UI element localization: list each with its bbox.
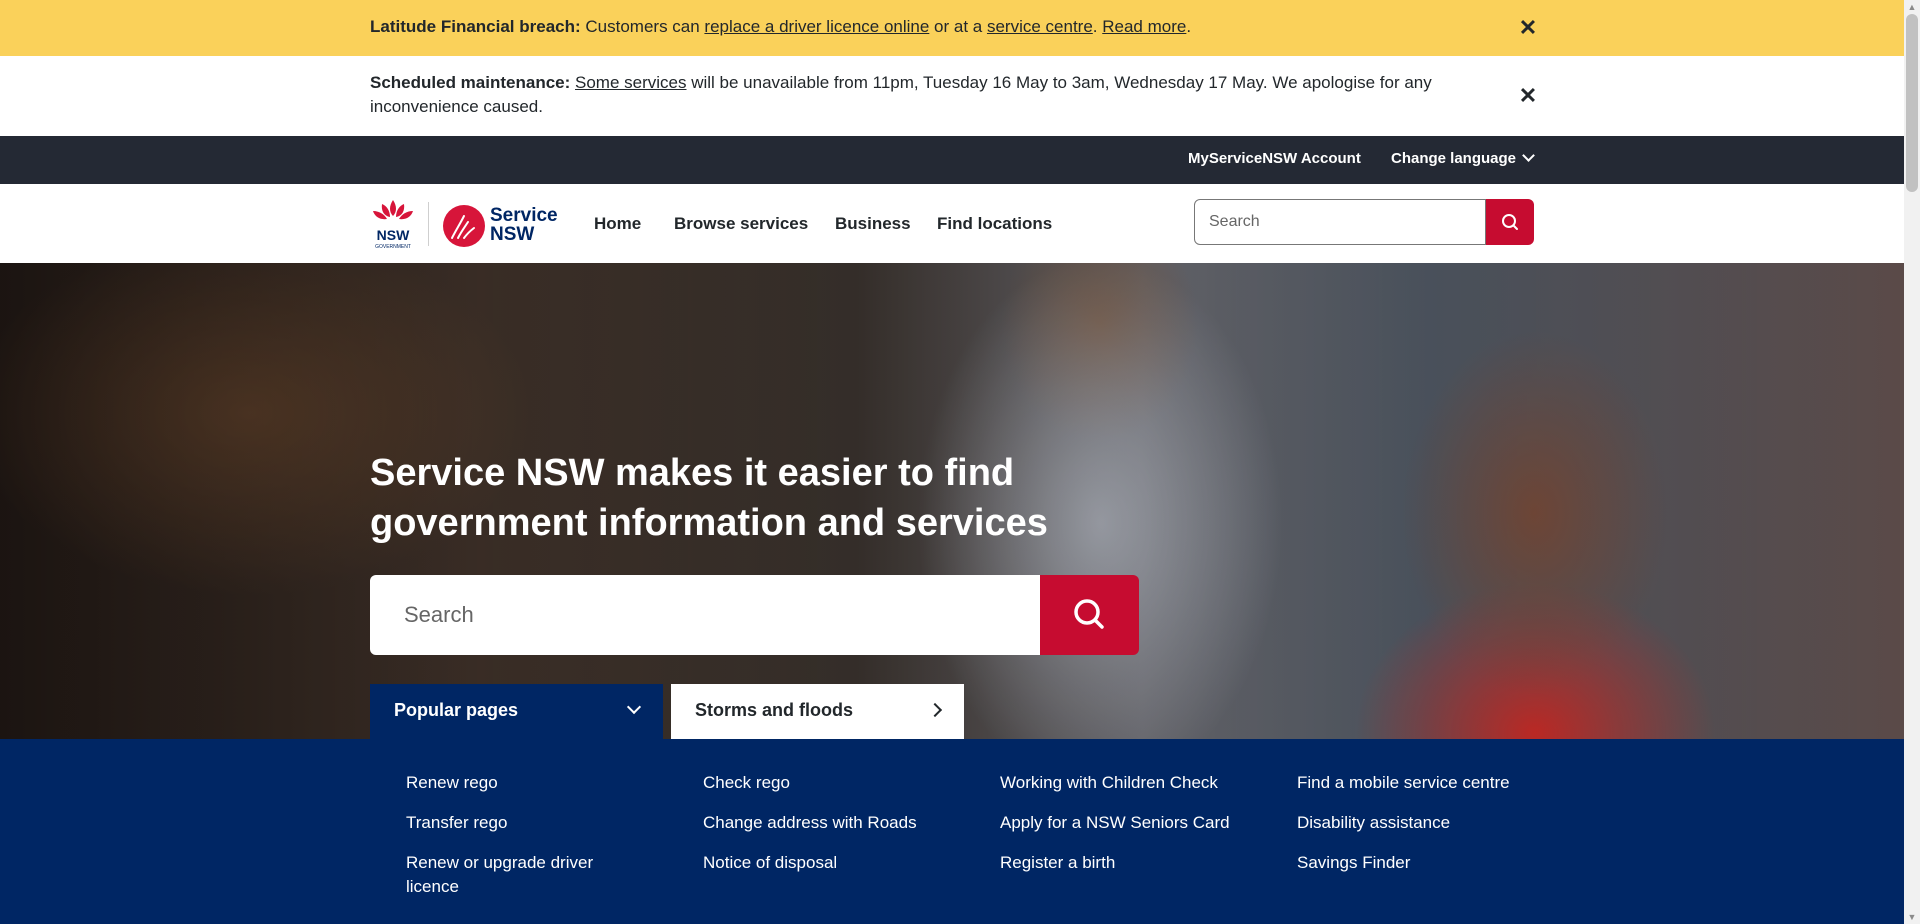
read-more-link[interactable]: Read more [1102,17,1186,36]
alert-maintenance-title: Scheduled maintenance: [370,73,571,92]
alert-latitude-breach: Latitude Financial breach: Customers can… [0,0,1904,56]
popular-column-3: Working with Children Check Apply for a … [1000,771,1230,891]
tab-popular-pages[interactable]: Popular pages [370,684,663,739]
hero-title: Service NSW makes it easier to find gove… [370,452,1048,544]
popular-column-2: Check rego Change address with Roads Not… [703,771,933,891]
replace-licence-link[interactable]: replace a driver licence online [704,17,929,36]
link-mobile-service-centre[interactable]: Find a mobile service centre [1297,771,1527,795]
link-transfer-rego[interactable]: Transfer rego [406,811,636,835]
logo-divider [428,202,429,246]
change-language-label: Change language [1391,150,1517,167]
link-change-address[interactable]: Change address with Roads [703,811,933,835]
link-notice-of-disposal[interactable]: Notice of disposal [703,851,933,875]
service-nsw-logo-icon[interactable] [442,204,486,248]
tab-popular-label: Popular pages [394,700,519,720]
alert-breach-pre: Customers can [580,17,705,36]
nsw-government-logo[interactable]: NSW GOVERNMENT [370,198,416,250]
scroll-down-arrow-icon[interactable]: ▼ [1904,910,1920,924]
hero-search-button[interactable] [1040,575,1139,655]
link-working-with-children[interactable]: Working with Children Check [1000,771,1230,795]
alert-maintenance: Scheduled maintenance: Some services wil… [0,56,1904,136]
alert-breach-text: Latitude Financial breach: Customers can… [370,15,1470,39]
scroll-up-arrow-icon[interactable]: ▲ [1904,0,1920,14]
popular-column-4: Find a mobile service centre Disability … [1297,771,1527,891]
tab-storms-label: Storms and floods [695,700,854,720]
hero-section: Service NSW makes it easier to find gove… [0,263,1904,739]
alert-breach-sep: . [1092,17,1103,36]
link-savings-finder[interactable]: Savings Finder [1297,851,1527,875]
popular-column-1: Renew rego Transfer rego Renew or upgrad… [406,771,636,915]
link-check-rego[interactable]: Check rego [703,771,933,795]
nav-business[interactable]: Business [835,214,911,234]
site-header: NSW GOVERNMENT Service NSW Home Browse se… [0,184,1904,264]
popular-pages-panel: Renew rego Transfer rego Renew or upgrad… [0,739,1904,924]
logo-service-word: Service [490,205,558,226]
alert-breach-end: . [1186,17,1192,36]
nav-browse-services[interactable]: Browse services [674,214,808,234]
chevron-right-icon [927,702,943,718]
chevron-down-icon [1522,149,1535,162]
service-nsw-logo-text[interactable]: Service NSW [490,206,558,244]
some-services-link[interactable]: Some services [575,73,686,92]
search-icon [1502,214,1518,230]
link-renew-rego[interactable]: Renew rego [406,771,636,795]
header-search-input[interactable] [1194,199,1486,245]
utility-bar: MyServiceNSW Account Change language [0,136,1904,184]
hero-search-input[interactable] [370,575,1040,655]
logo-nsw-word: NSW [490,224,535,245]
chevron-down-icon [626,699,642,715]
alert-maintenance-text: Scheduled maintenance: Some services wil… [370,71,1470,119]
tab-storms-and-floods[interactable]: Storms and floods [671,684,964,739]
link-renew-upgrade-licence[interactable]: Renew or upgrade driver licence [406,851,636,899]
nav-find-locations[interactable]: Find locations [937,214,1052,234]
service-centre-link[interactable]: service centre [987,17,1093,36]
alert-breach-title: Latitude Financial breach: [370,17,581,36]
scrollbar-thumb[interactable] [1906,14,1918,192]
close-icon[interactable]: ✕ [1516,16,1540,40]
link-register-birth[interactable]: Register a birth [1000,851,1230,875]
search-icon [1074,599,1104,629]
header-search-button[interactable] [1486,199,1534,245]
change-language-button[interactable]: Change language [1391,149,1535,167]
logo-nsw-sub: GOVERNMENT [375,244,411,250]
myservicensw-account-link[interactable]: MyServiceNSW Account [1188,150,1361,167]
alert-breach-mid: or at a [929,17,987,36]
link-seniors-card[interactable]: Apply for a NSW Seniors Card [1000,811,1230,835]
close-icon[interactable]: ✕ [1516,84,1540,108]
link-disability-assistance[interactable]: Disability assistance [1297,811,1527,835]
nav-home[interactable]: Home [594,214,641,234]
logo-nsw-text: NSW [377,227,410,243]
